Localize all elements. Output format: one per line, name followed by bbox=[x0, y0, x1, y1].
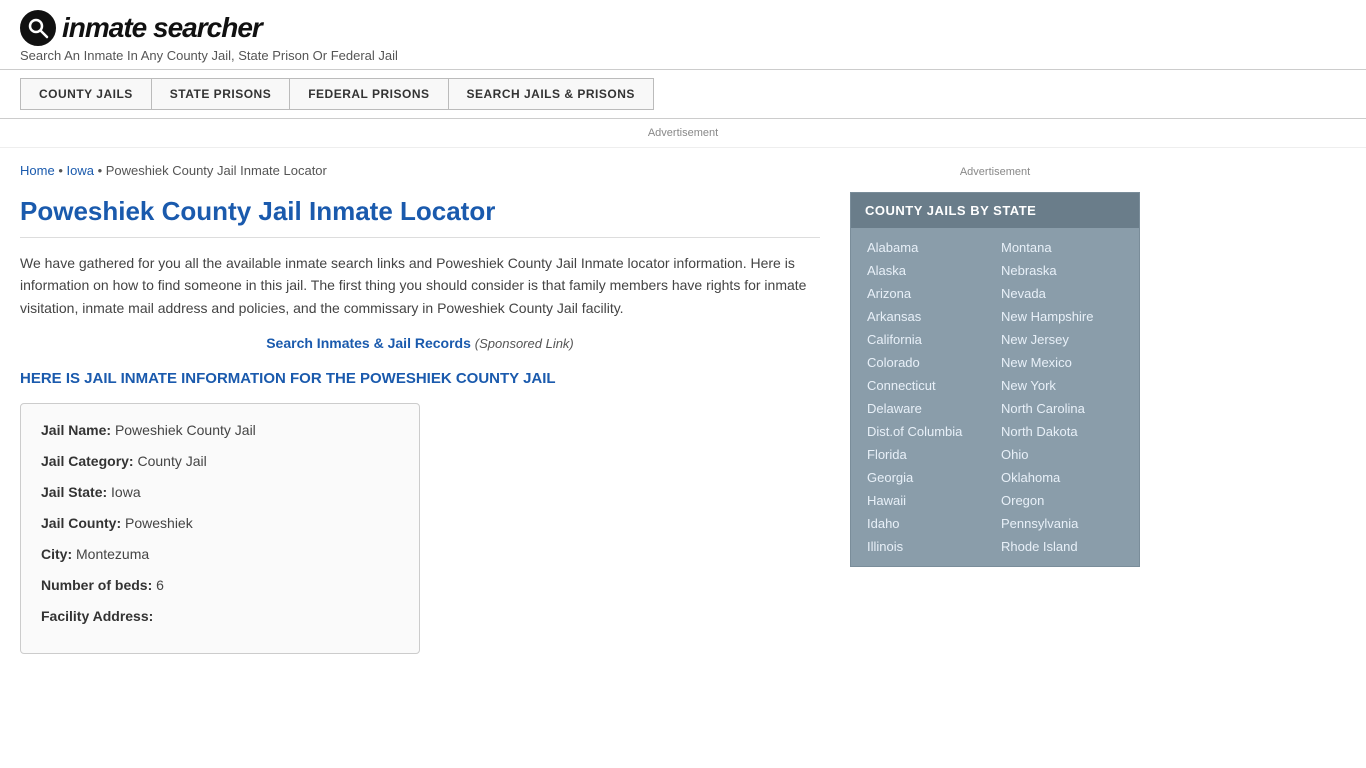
nav-bar: COUNTY JAILS STATE PRISONS FEDERAL PRISO… bbox=[0, 70, 1366, 119]
info-box: Jail Name: Poweshiek County Jail Jail Ca… bbox=[20, 403, 420, 654]
state-link[interactable]: New Mexico bbox=[995, 351, 1129, 374]
county-jails-box: COUNTY JAILS BY STATE AlabamaAlaskaArizo… bbox=[850, 192, 1140, 567]
breadcrumb-home[interactable]: Home bbox=[20, 163, 55, 178]
jail-state-label: Jail State: bbox=[41, 484, 107, 500]
search-link-wrap: Search Inmates & Jail Records (Sponsored… bbox=[20, 335, 820, 351]
state-link[interactable]: Nevada bbox=[995, 282, 1129, 305]
ad-label: Advertisement bbox=[648, 127, 718, 139]
state-link[interactable]: Hawaii bbox=[861, 489, 995, 512]
jail-county-value: Poweshiek bbox=[125, 515, 193, 531]
state-link[interactable]: Arizona bbox=[861, 282, 995, 305]
page-title: Poweshiek County Jail Inmate Locator bbox=[20, 196, 820, 238]
jail-category-label: Jail Category: bbox=[41, 453, 134, 469]
search-inmates-link[interactable]: Search Inmates & Jail Records bbox=[266, 335, 471, 351]
state-link[interactable]: North Carolina bbox=[995, 397, 1129, 420]
ad-bar: Advertisement bbox=[0, 119, 1366, 148]
sidebar: Advertisement COUNTY JAILS BY STATE Alab… bbox=[840, 148, 1140, 669]
address-row: Facility Address: bbox=[41, 606, 399, 627]
city-label: City: bbox=[41, 546, 72, 562]
section-heading: HERE IS JAIL INMATE INFORMATION FOR THE … bbox=[20, 369, 820, 389]
state-link[interactable]: New Hampshire bbox=[995, 305, 1129, 328]
state-link[interactable]: Alabama bbox=[861, 236, 995, 259]
jail-name-value: Poweshiek County Jail bbox=[115, 422, 256, 438]
sidebar-ad-label: Advertisement bbox=[960, 166, 1030, 178]
logo-area: inmate searcher bbox=[20, 10, 1346, 46]
state-link[interactable]: Alaska bbox=[861, 259, 995, 282]
state-link[interactable]: Connecticut bbox=[861, 374, 995, 397]
state-link[interactable]: Idaho bbox=[861, 512, 995, 535]
breadcrumb-sep2: • bbox=[98, 163, 106, 178]
breadcrumb-state[interactable]: Iowa bbox=[66, 163, 93, 178]
main-content: Home • Iowa • Poweshiek County Jail Inma… bbox=[20, 148, 840, 669]
state-link[interactable]: Nebraska bbox=[995, 259, 1129, 282]
jail-county-row: Jail County: Poweshiek bbox=[41, 513, 399, 534]
county-jails-title: COUNTY JAILS BY STATE bbox=[851, 193, 1139, 228]
state-link[interactable]: Ohio bbox=[995, 443, 1129, 466]
content-wrap: Home • Iowa • Poweshiek County Jail Inma… bbox=[0, 148, 1200, 669]
states-grid: AlabamaAlaskaArizonaArkansasCaliforniaCo… bbox=[851, 228, 1139, 566]
logo-text: inmate searcher bbox=[62, 12, 262, 44]
state-link[interactable]: Rhode Island bbox=[995, 535, 1129, 558]
jail-county-label: Jail County: bbox=[41, 515, 121, 531]
state-link[interactable]: Florida bbox=[861, 443, 995, 466]
state-link[interactable]: Dist.of Columbia bbox=[861, 420, 995, 443]
state-link[interactable]: Pennsylvania bbox=[995, 512, 1129, 535]
state-link[interactable]: Oregon bbox=[995, 489, 1129, 512]
jail-category-row: Jail Category: County Jail bbox=[41, 451, 399, 472]
header: inmate searcher Search An Inmate In Any … bbox=[0, 0, 1366, 70]
description: We have gathered for you all the availab… bbox=[20, 252, 820, 319]
logo-icon bbox=[20, 10, 56, 46]
state-link[interactable]: Oklahoma bbox=[995, 466, 1129, 489]
state-link[interactable]: New Jersey bbox=[995, 328, 1129, 351]
state-link[interactable]: Arkansas bbox=[861, 305, 995, 328]
sponsored-label: (Sponsored Link) bbox=[475, 336, 574, 351]
sidebar-ad: Advertisement bbox=[850, 158, 1140, 192]
state-link[interactable]: Montana bbox=[995, 236, 1129, 259]
state-link[interactable]: California bbox=[861, 328, 995, 351]
tagline: Search An Inmate In Any County Jail, Sta… bbox=[20, 48, 1346, 63]
address-label: Facility Address: bbox=[41, 608, 153, 624]
jail-category-value: County Jail bbox=[137, 453, 206, 469]
state-link[interactable]: North Dakota bbox=[995, 420, 1129, 443]
jail-state-value: Iowa bbox=[111, 484, 141, 500]
nav-state-prisons[interactable]: STATE PRISONS bbox=[152, 78, 290, 110]
state-link[interactable]: Delaware bbox=[861, 397, 995, 420]
beds-label: Number of beds: bbox=[41, 577, 152, 593]
jail-name-row: Jail Name: Poweshiek County Jail bbox=[41, 420, 399, 441]
beds-value: 6 bbox=[156, 577, 164, 593]
nav-federal-prisons[interactable]: FEDERAL PRISONS bbox=[290, 78, 448, 110]
breadcrumb: Home • Iowa • Poweshiek County Jail Inma… bbox=[20, 163, 820, 178]
state-link[interactable]: New York bbox=[995, 374, 1129, 397]
jail-state-row: Jail State: Iowa bbox=[41, 482, 399, 503]
city-value: Montezuma bbox=[76, 546, 149, 562]
state-link[interactable]: Georgia bbox=[861, 466, 995, 489]
breadcrumb-current: Poweshiek County Jail Inmate Locator bbox=[106, 163, 327, 178]
nav-search-jails[interactable]: SEARCH JAILS & PRISONS bbox=[449, 78, 654, 110]
city-row: City: Montezuma bbox=[41, 544, 399, 565]
jail-name-label: Jail Name: bbox=[41, 422, 111, 438]
states-col2: MontanaNebraskaNevadaNew HampshireNew Je… bbox=[995, 236, 1129, 558]
states-col1: AlabamaAlaskaArizonaArkansasCaliforniaCo… bbox=[861, 236, 995, 558]
state-link[interactable]: Illinois bbox=[861, 535, 995, 558]
state-link[interactable]: Colorado bbox=[861, 351, 995, 374]
beds-row: Number of beds: 6 bbox=[41, 575, 399, 596]
nav-county-jails[interactable]: COUNTY JAILS bbox=[20, 78, 152, 110]
